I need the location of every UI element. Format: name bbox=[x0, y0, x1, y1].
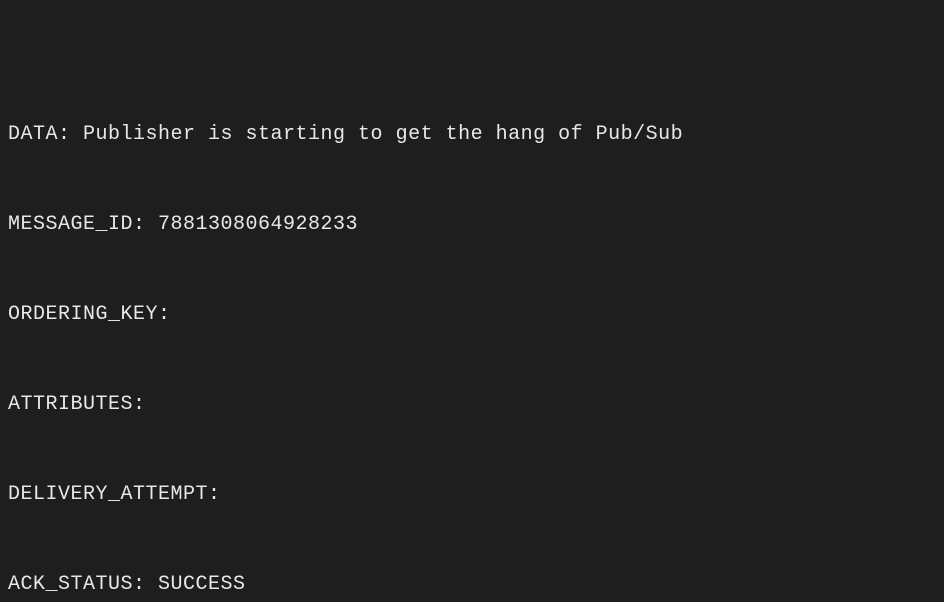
message-id-line: MESSAGE_ID: 7881308064928233 bbox=[8, 210, 936, 240]
message-block: DATA: Publisher is starting to get the h… bbox=[8, 60, 936, 602]
ack-status-value: SUCCESS bbox=[158, 573, 246, 596]
ordering-key-label: ORDERING_KEY: bbox=[8, 303, 171, 326]
attributes-label: ATTRIBUTES: bbox=[8, 393, 146, 416]
ack-status-label: ACK_STATUS: bbox=[8, 573, 158, 596]
message-id-value: 7881308064928233 bbox=[158, 213, 358, 236]
data-line: DATA: Publisher is starting to get the h… bbox=[8, 120, 936, 150]
data-label: DATA: bbox=[8, 123, 83, 146]
attributes-line: ATTRIBUTES: bbox=[8, 390, 936, 420]
data-value: Publisher is starting to get the hang of… bbox=[83, 123, 683, 146]
delivery-attempt-label: DELIVERY_ATTEMPT: bbox=[8, 483, 221, 506]
message-id-label: MESSAGE_ID: bbox=[8, 213, 158, 236]
ordering-key-line: ORDERING_KEY: bbox=[8, 300, 936, 330]
terminal-output: DATA: Publisher is starting to get the h… bbox=[0, 0, 944, 602]
ack-status-line: ACK_STATUS: SUCCESS bbox=[8, 570, 936, 600]
delivery-attempt-line: DELIVERY_ATTEMPT: bbox=[8, 480, 936, 510]
